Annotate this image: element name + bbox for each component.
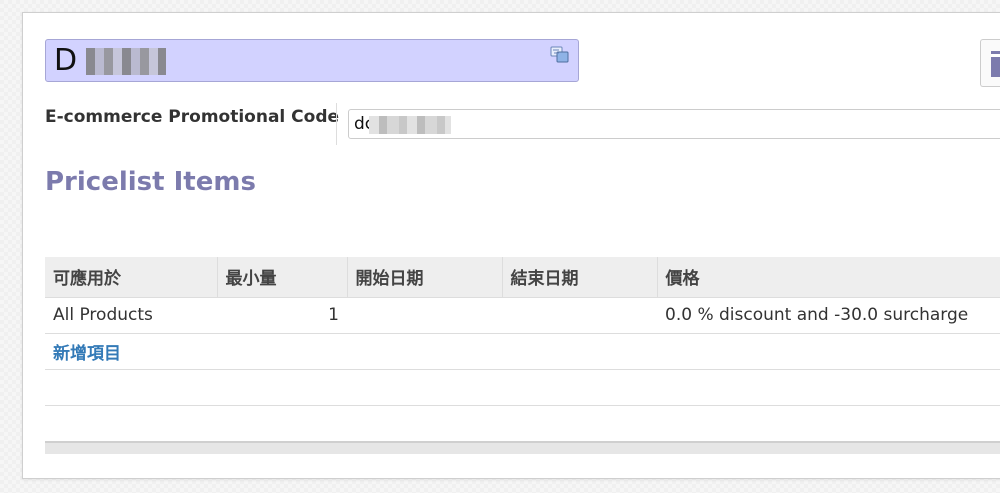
cell-applied-on: All Products — [45, 297, 217, 334]
section-title: Pricelist Items — [45, 167, 256, 197]
field-divider — [336, 103, 337, 145]
empty-row — [45, 369, 1000, 406]
table-footer — [45, 441, 1000, 454]
cell-min-quantity: 1 — [217, 297, 347, 334]
column-header-min-quantity[interactable]: 最小量 — [216, 257, 347, 298]
table-header-row: 可應用於 最小量 開始日期 結束日期 價格 — [45, 257, 1000, 298]
redacted-name — [86, 48, 166, 75]
name-field[interactable]: D — [45, 39, 579, 82]
column-header-start-date[interactable]: 開始日期 — [346, 257, 502, 298]
cell-start-date — [347, 297, 502, 334]
cell-end-date — [502, 297, 657, 334]
column-header-price[interactable]: 價格 — [656, 257, 1000, 298]
add-item-row: 新增項目 — [45, 333, 1000, 370]
redacted-code — [369, 116, 451, 134]
column-header-end-date[interactable]: 結束日期 — [501, 257, 657, 298]
table-row[interactable]: All Products 1 0.0 % discount and -30.0 … — [45, 297, 1000, 334]
button-icon — [991, 54, 1000, 77]
add-item-link[interactable]: 新增項目 — [53, 344, 121, 364]
cell-price: 0.0 % discount and -30.0 surcharge — [657, 297, 1000, 334]
column-header-applied-on[interactable]: 可應用於 — [45, 257, 217, 298]
name-text: D — [54, 43, 78, 78]
smart-button[interactable] — [980, 39, 1000, 87]
promo-code-input[interactable]: dc — [348, 109, 1000, 139]
pricelist-items-table: 可應用於 最小量 開始日期 結束日期 價格 All Products 1 0.0… — [45, 257, 1000, 406]
translate-icon[interactable] — [550, 45, 570, 65]
promo-code-label: E-commerce Promotional Code — [45, 107, 340, 127]
form-sheet: D E-commerce Promotional Code dc Priceli… — [22, 12, 1000, 479]
